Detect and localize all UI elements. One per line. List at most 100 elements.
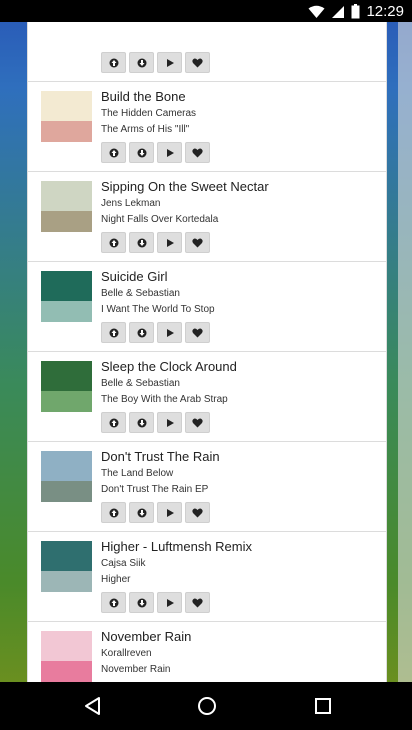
favorite-icon	[192, 328, 203, 338]
track-artist: Cajsa Siik	[101, 558, 146, 569]
downvote-button[interactable]	[129, 592, 154, 613]
upvote-icon	[109, 598, 119, 608]
play-icon	[165, 598, 175, 608]
track-info: Higher - Luftmensh Remix Cajsa Siik High…	[101, 539, 252, 588]
status-time: 12:29	[366, 3, 404, 20]
track-album: Higher	[101, 574, 131, 585]
track-title: Sipping On the Sweet Nectar	[101, 179, 269, 194]
recents-button[interactable]	[311, 694, 335, 718]
track-album: November Rain	[101, 664, 171, 675]
upvote-icon	[109, 418, 119, 428]
play-button[interactable]	[157, 502, 182, 523]
favorite-button[interactable]	[185, 502, 210, 523]
favorite-button[interactable]	[185, 592, 210, 613]
favorite-button[interactable]	[185, 322, 210, 343]
album-cover[interactable]	[41, 91, 92, 142]
album-cover[interactable]	[41, 361, 92, 412]
upvote-button[interactable]	[101, 232, 126, 253]
downvote-icon	[137, 508, 147, 518]
track-row[interactable]: Higher - Luftmensh Remix Cajsa Siik High…	[28, 532, 386, 622]
track-actions	[101, 322, 210, 343]
track-actions	[101, 142, 210, 163]
scrollbar-track	[398, 22, 412, 682]
track-artist: The Land Below	[101, 468, 174, 479]
favorite-icon	[192, 58, 203, 68]
track-artist: The Hidden Cameras	[101, 108, 197, 119]
track-actions	[101, 232, 210, 253]
album-cover[interactable]	[41, 451, 92, 502]
track-row[interactable]: Sipping On the Sweet Nectar Jens Lekman …	[28, 172, 386, 262]
back-button[interactable]	[80, 694, 104, 718]
track-info: Sleep the Clock Around Belle & Sebastian…	[101, 359, 237, 408]
track-actions	[101, 502, 210, 523]
upvote-icon	[109, 328, 119, 338]
track-title: Build the Bone	[101, 89, 186, 104]
upvote-button[interactable]	[101, 142, 126, 163]
downvote-icon	[137, 418, 147, 428]
upvote-button[interactable]	[101, 502, 126, 523]
track-title: Suicide Girl	[101, 269, 168, 284]
play-icon	[165, 508, 175, 518]
favorite-icon	[192, 148, 203, 158]
track-title: Higher - Luftmensh Remix	[101, 539, 252, 554]
track-row[interactable]: Suicide Girl Belle & Sebastian I Want Th…	[28, 262, 386, 352]
downvote-icon	[137, 598, 147, 608]
track-actions	[101, 592, 210, 613]
play-button[interactable]	[157, 322, 182, 343]
downvote-button[interactable]	[129, 322, 154, 343]
track-artist: Belle & Sebastian	[101, 378, 180, 389]
downvote-button[interactable]	[129, 412, 154, 433]
track-row[interactable]: Build the Bone The Hidden Cameras The Ar…	[28, 82, 386, 172]
track-row[interactable]: Sleep the Clock Around Belle & Sebastian…	[28, 352, 386, 442]
track-info: Suicide Girl Belle & Sebastian I Want Th…	[101, 269, 215, 318]
app-screen[interactable]: Build the Bone The Hidden Cameras The Ar…	[0, 22, 412, 682]
track-list[interactable]: Build the Bone The Hidden Cameras The Ar…	[27, 22, 387, 682]
album-cover[interactable]	[41, 271, 92, 322]
favorite-icon	[192, 418, 203, 428]
play-button[interactable]	[157, 52, 182, 73]
track-artist: Jens Lekman	[101, 198, 161, 209]
track-row[interactable]: November Rain Korallreven November Rain	[28, 622, 386, 682]
favorite-button[interactable]	[185, 52, 210, 73]
wifi-icon	[308, 5, 325, 18]
signal-icon	[332, 5, 345, 18]
downvote-icon	[137, 238, 147, 248]
back-icon	[85, 697, 100, 715]
status-icons: 12:29	[308, 3, 404, 20]
track-title: Don't Trust The Rain	[101, 449, 220, 464]
play-icon	[165, 238, 175, 248]
play-button[interactable]	[157, 412, 182, 433]
play-button[interactable]	[157, 592, 182, 613]
track-info: November Rain Korallreven November Rain	[101, 629, 191, 678]
upvote-button[interactable]	[101, 412, 126, 433]
play-icon	[165, 58, 175, 68]
track-album: The Boy With the Arab Strap	[101, 394, 228, 405]
favorite-button[interactable]	[185, 232, 210, 253]
album-cover[interactable]	[41, 181, 92, 232]
status-bar: 12:29	[0, 0, 412, 22]
upvote-icon	[109, 508, 119, 518]
track-actions	[101, 412, 210, 433]
upvote-button[interactable]	[101, 52, 126, 73]
album-cover[interactable]	[41, 541, 92, 592]
upvote-button[interactable]	[101, 592, 126, 613]
downvote-button[interactable]	[129, 52, 154, 73]
track-info: Don't Trust The Rain The Land Below Don'…	[101, 449, 220, 498]
track-row[interactable]	[28, 22, 386, 82]
play-button[interactable]	[157, 142, 182, 163]
navigation-bar	[0, 682, 412, 730]
play-button[interactable]	[157, 232, 182, 253]
track-album: Night Falls Over Kortedala	[101, 214, 219, 225]
favorite-button[interactable]	[185, 142, 210, 163]
downvote-icon	[137, 328, 147, 338]
album-cover[interactable]	[41, 631, 92, 682]
home-button[interactable]	[195, 694, 219, 718]
track-actions	[101, 52, 210, 73]
track-row[interactable]: Don't Trust The Rain The Land Below Don'…	[28, 442, 386, 532]
downvote-button[interactable]	[129, 502, 154, 523]
downvote-button[interactable]	[129, 232, 154, 253]
upvote-button[interactable]	[101, 322, 126, 343]
favorite-button[interactable]	[185, 412, 210, 433]
track-title: Sleep the Clock Around	[101, 359, 237, 374]
downvote-button[interactable]	[129, 142, 154, 163]
